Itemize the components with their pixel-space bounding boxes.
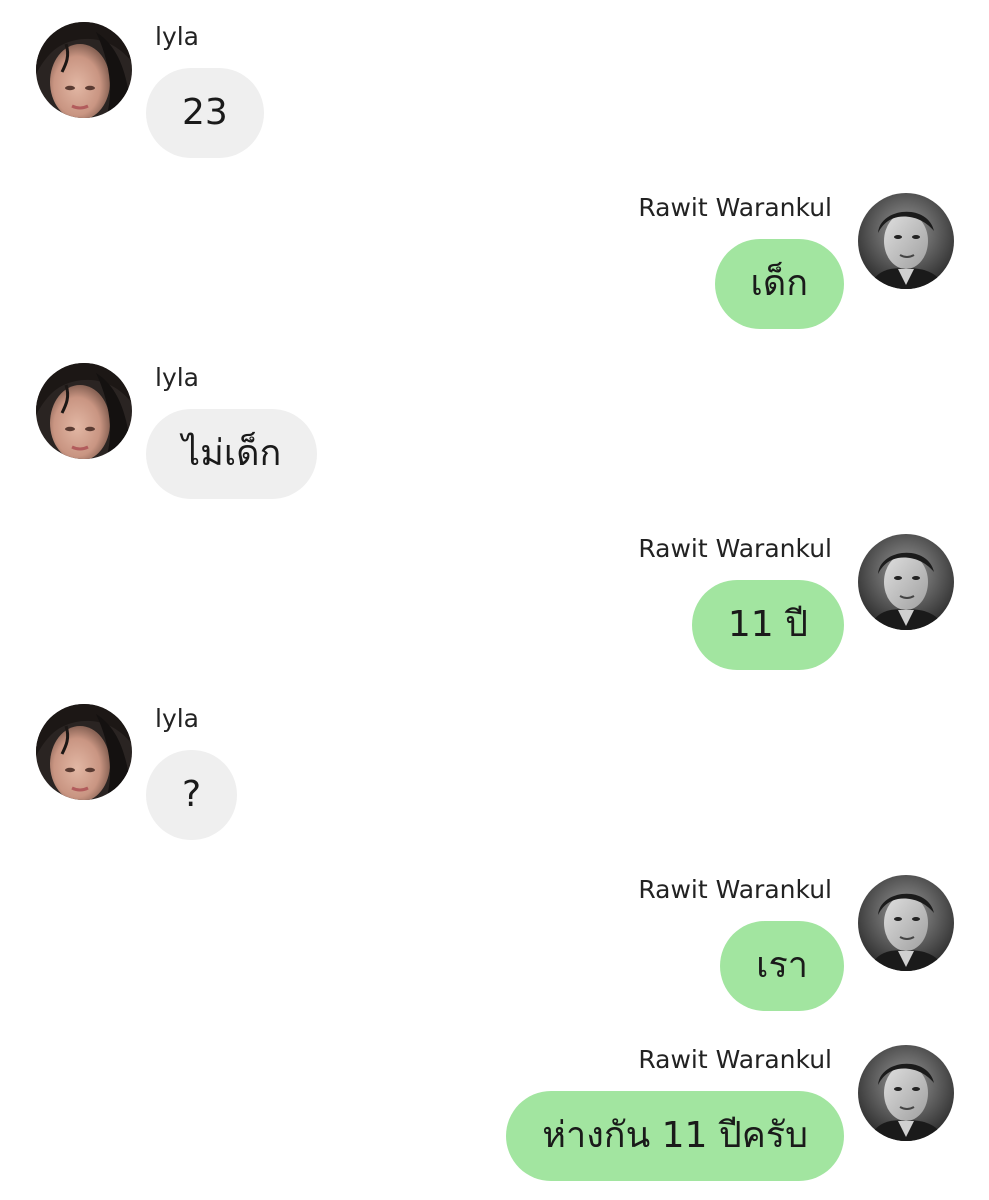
rawit-avatar[interactable]: [858, 875, 954, 971]
message-bubble[interactable]: ห่างกัน 11 ปีครับ: [506, 1091, 844, 1181]
sender-name: Rawit Warankul: [638, 534, 832, 563]
lyla-avatar[interactable]: [36, 704, 132, 800]
rawit-avatar-icon: [858, 534, 954, 630]
message-bubble[interactable]: ?: [146, 750, 238, 840]
message-bubble[interactable]: เด็ก: [714, 239, 844, 329]
rawit-avatar[interactable]: [858, 534, 954, 630]
chat-thread: lyla 23 Rawit Warankul เด็ก lyla ไม่เด็ก…: [0, 0, 989, 1200]
lyla-avatar-icon: [36, 363, 132, 459]
sender-name: Rawit Warankul: [638, 1045, 832, 1074]
rawit-avatar-icon: [858, 875, 954, 971]
lyla-avatar[interactable]: [36, 22, 132, 118]
message-bubble[interactable]: 23: [146, 68, 264, 158]
lyla-avatar[interactable]: [36, 363, 132, 459]
rawit-avatar-icon: [858, 1045, 954, 1141]
sender-name: lyla: [155, 363, 200, 392]
rawit-avatar-icon: [858, 193, 954, 289]
sender-name: Rawit Warankul: [638, 193, 832, 222]
lyla-avatar-icon: [36, 704, 132, 800]
sender-name: lyla: [155, 22, 200, 51]
sender-name: lyla: [155, 704, 200, 733]
rawit-avatar[interactable]: [858, 1045, 954, 1141]
message-bubble[interactable]: เรา: [720, 921, 844, 1011]
rawit-avatar[interactable]: [858, 193, 954, 289]
message-bubble[interactable]: 11 ปี: [691, 580, 844, 670]
message-bubble[interactable]: ไม่เด็ก: [146, 409, 318, 499]
lyla-avatar-icon: [36, 22, 132, 118]
sender-name: Rawit Warankul: [638, 875, 832, 904]
